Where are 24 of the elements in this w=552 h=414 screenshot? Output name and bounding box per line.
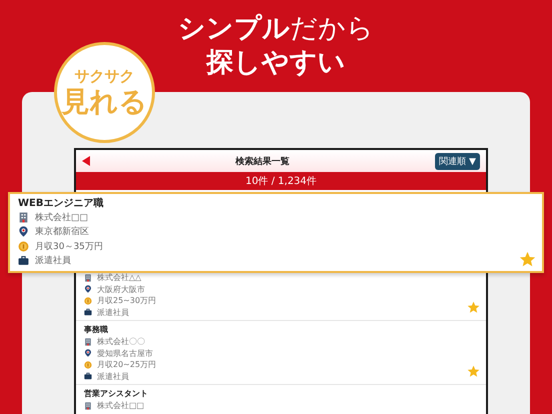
company-name: 株式会社□□ bbox=[35, 212, 88, 224]
screen-title: 検索結果一覧 bbox=[236, 155, 290, 168]
headline: 探しやすい bbox=[206, 46, 346, 80]
employment-type: 派遣社員 bbox=[97, 370, 129, 382]
job-title[interactable]: 事務職 bbox=[84, 324, 478, 336]
company-name: 株式会社△△ bbox=[97, 272, 142, 284]
job-location: 愛知県名古屋市 bbox=[97, 348, 153, 359]
employment-type: 派遣社員 bbox=[97, 306, 129, 318]
headline: シンプルだから bbox=[178, 12, 374, 46]
badge-text: 見れる bbox=[62, 84, 148, 118]
result-count: 10件 / 1,234件 bbox=[245, 175, 317, 188]
featured-job-card[interactable]: WEBエンジニア職 株式会社□□ 東京都新宿区 月収30～35万円 派遣社員 bbox=[10, 194, 542, 271]
salary-text: 月収20~25万円 bbox=[97, 359, 156, 370]
salary-text: 月収30～35万円 bbox=[35, 240, 103, 253]
job-location: 東京都新宿区 bbox=[35, 226, 89, 238]
badge-caption: サクサク bbox=[74, 66, 134, 84]
sort-button[interactable]: 関連順 ▼ bbox=[435, 152, 480, 170]
job-title[interactable]: WEBエンジニア職 bbox=[18, 197, 534, 210]
salary-text: 月収25~30万円 bbox=[97, 295, 156, 306]
company-name: 株式会社〇〇 bbox=[97, 336, 145, 348]
employment-type: 派遣社員 bbox=[35, 254, 71, 268]
company-name: 株式会社□□ bbox=[97, 400, 144, 412]
job-location: 大阪府大阪市 bbox=[97, 284, 145, 295]
job-title[interactable]: 営業アシスタント bbox=[84, 388, 478, 400]
